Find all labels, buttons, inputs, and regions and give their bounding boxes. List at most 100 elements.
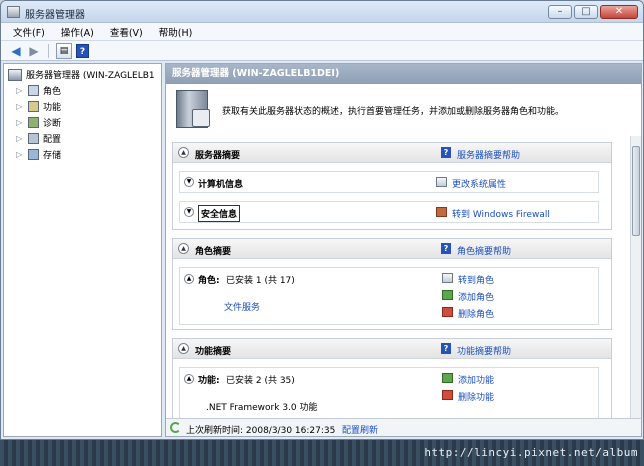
roles-installed-count: 已安装 1 (共 17): [226, 276, 295, 286]
roles-summary-section: ▲ 角色摘要 ? 角色摘要帮助 ▲ 角色: 已安装 1 (共 17) 文件服务 …: [172, 238, 612, 330]
refresh-icon: [170, 422, 181, 433]
remove-roles-link[interactable]: 删除角色: [458, 307, 494, 320]
add-roles-icon: [442, 290, 453, 300]
tree-item-features[interactable]: ▷ 功能: [16, 100, 61, 113]
add-features-link[interactable]: 添加功能: [458, 373, 494, 386]
tree-item-label: 功能: [43, 103, 62, 113]
tree-item-label: 诊断: [43, 119, 62, 129]
summary-scroll-area: ▲ 服务器摘要 ? 服务器摘要帮助 ▼ 计算机信息 更改系统属性 ▼ 安全信息 …: [166, 136, 630, 418]
watermark-strip: http://lincyi.pixnet.net/album: [0, 440, 644, 466]
features-label: 功能:: [198, 376, 220, 386]
tree-item-configuration[interactable]: ▷ 配置: [16, 132, 61, 145]
change-system-properties-link[interactable]: 更改系统属性: [452, 177, 506, 190]
configure-refresh-link[interactable]: 配置刷新: [342, 423, 378, 436]
intro-text: 获取有关此服务器状态的概述，执行首要管理任务，并添加或删除服务器角色和功能。: [222, 107, 565, 117]
computer-info-label: 计算机信息: [198, 180, 244, 190]
scrollbar-thumb[interactable]: [632, 146, 640, 236]
help-icon: ?: [441, 243, 451, 254]
server-summary-help-link[interactable]: 服务器摘要帮助: [457, 148, 520, 161]
firewall-icon: [436, 207, 447, 217]
remove-roles-icon: [442, 307, 453, 317]
intro-area: 获取有关此服务器状态的概述，执行首要管理任务，并添加或删除服务器角色和功能。: [166, 84, 641, 134]
roles-icon: [28, 85, 39, 96]
expand-arrow-icon[interactable]: ▷: [16, 134, 24, 143]
features-icon: [28, 101, 39, 112]
roles-label: 角色:: [198, 276, 220, 286]
security-info-row: ▼ 安全信息 转到 Windows Firewall: [179, 201, 599, 223]
vertical-scrollbar[interactable]: [630, 136, 641, 418]
tree-root-label: 服务器管理器 (WIN-ZAGLELB1: [26, 71, 155, 81]
diagnostics-icon: [28, 117, 39, 128]
forward-arrow-icon[interactable]: ▶: [27, 44, 41, 58]
features-summary-section: ▲ 功能摘要 ? 功能摘要帮助 ▲ 功能: 已安装 2 (共 35) .NET …: [172, 338, 612, 418]
roles-summary-help-link[interactable]: 角色摘要帮助: [457, 244, 511, 257]
tree-item-label: 配置: [43, 135, 62, 145]
net-framework-feature: .NET Framework 3.0 功能: [206, 403, 318, 413]
server-illustration: [176, 90, 210, 128]
back-arrow-icon[interactable]: ◀: [9, 44, 23, 58]
storage-icon: [28, 149, 39, 160]
features-summary-help-link[interactable]: 功能摘要帮助: [457, 344, 511, 357]
expand-arrow-icon[interactable]: ▷: [16, 150, 24, 159]
server-summary-section: ▲ 服务器摘要 ? 服务器摘要帮助 ▼ 计算机信息 更改系统属性 ▼ 安全信息 …: [172, 142, 612, 230]
features-installed-count: 已安装 2 (共 35): [226, 376, 295, 386]
help-icon: ?: [441, 147, 451, 158]
tree-item-label: 存储: [43, 151, 62, 161]
menu-view[interactable]: 查看(V): [102, 25, 151, 39]
menu-bar: 文件(F) 操作(A) 查看(V) 帮助(H): [1, 23, 643, 41]
goto-firewall-link[interactable]: 转到 Windows Firewall: [452, 207, 550, 220]
toolbar: ◀ ▶ ▤ ?: [1, 41, 643, 61]
roles-row: ▲ 角色: 已安装 1 (共 17) 文件服务 转到角色 添加角色 删除角色: [179, 267, 599, 325]
server-summary-title: 服务器摘要: [195, 151, 241, 161]
toolbar-separator: [48, 43, 49, 58]
console-tree: 服务器管理器 (WIN-ZAGLELB1 ▷ 角色 ▷ 功能 ▷ 诊断 ▷ 配置…: [3, 63, 162, 437]
add-roles-link[interactable]: 添加角色: [458, 290, 494, 303]
roles-summary-header[interactable]: ▲ 角色摘要 ? 角色摘要帮助: [173, 239, 611, 259]
server-manager-icon: [7, 6, 20, 18]
configuration-icon: [28, 133, 39, 144]
main-pane: 服务器管理器 (WIN-ZAGLELB1DEI) 获取有关此服务器状态的概述，执…: [165, 63, 642, 437]
collapse-chevron-icon[interactable]: ▲: [184, 274, 194, 284]
server-icon: [8, 68, 22, 81]
expand-chevron-icon[interactable]: ▼: [184, 207, 194, 217]
expand-arrow-icon[interactable]: ▷: [16, 86, 24, 95]
features-row: ▲ 功能: 已安装 2 (共 35) .NET Framework 3.0 功能…: [179, 367, 599, 418]
collapse-chevron-icon[interactable]: ▲: [178, 343, 189, 354]
menu-help[interactable]: 帮助(H): [151, 25, 201, 39]
remove-features-icon: [442, 390, 453, 400]
collapse-chevron-icon[interactable]: ▲: [178, 243, 189, 254]
tree-item-diagnostics[interactable]: ▷ 诊断: [16, 116, 61, 129]
server-summary-header[interactable]: ▲ 服务器摘要 ? 服务器摘要帮助: [173, 143, 611, 163]
last-refresh-time: 上次刷新时间: 2008/3/30 16:27:35: [186, 426, 336, 436]
collapse-chevron-icon[interactable]: ▲: [178, 147, 189, 158]
close-button[interactable]: ✕: [600, 5, 638, 19]
computer-info-row: ▼ 计算机信息 更改系统属性: [179, 171, 599, 193]
server-manager-window: 服务器管理器 – □ ✕ 文件(F) 操作(A) 查看(V) 帮助(H) ◀ ▶…: [0, 0, 644, 440]
menu-action[interactable]: 操作(A): [53, 25, 102, 39]
system-properties-icon: [436, 177, 447, 187]
tree-item-label: 角色: [43, 87, 62, 97]
goto-roles-link[interactable]: 转到角色: [458, 273, 494, 286]
expand-arrow-icon[interactable]: ▷: [16, 102, 24, 111]
expand-chevron-icon[interactable]: ▼: [184, 177, 194, 187]
maximize-button[interactable]: □: [574, 5, 598, 19]
minimize-button[interactable]: –: [548, 5, 572, 19]
watermark-url: http://lincyi.pixnet.net/album: [424, 446, 638, 459]
menu-file[interactable]: 文件(F): [5, 25, 53, 39]
tree-root-server-manager[interactable]: 服务器管理器 (WIN-ZAGLELB1: [8, 68, 155, 81]
help-icon: ?: [441, 343, 451, 354]
security-info-label: 安全信息: [198, 205, 241, 222]
goto-roles-icon: [442, 273, 453, 283]
remove-features-link[interactable]: 删除功能: [458, 390, 494, 403]
roles-summary-title: 角色摘要: [195, 247, 232, 257]
tree-item-storage[interactable]: ▷ 存储: [16, 148, 61, 161]
window-title: 服务器管理器: [25, 10, 85, 21]
features-summary-header[interactable]: ▲ 功能摘要 ? 功能摘要帮助: [173, 339, 611, 359]
help-icon[interactable]: ?: [76, 43, 89, 58]
expand-arrow-icon[interactable]: ▷: [16, 118, 24, 127]
tree-item-roles[interactable]: ▷ 角色: [16, 84, 61, 97]
file-services-link[interactable]: 文件服务: [224, 300, 260, 313]
show-hide-console-tree-icon[interactable]: ▤: [56, 42, 72, 59]
collapse-chevron-icon[interactable]: ▲: [184, 374, 194, 384]
title-bar[interactable]: 服务器管理器 – □ ✕: [1, 1, 643, 23]
